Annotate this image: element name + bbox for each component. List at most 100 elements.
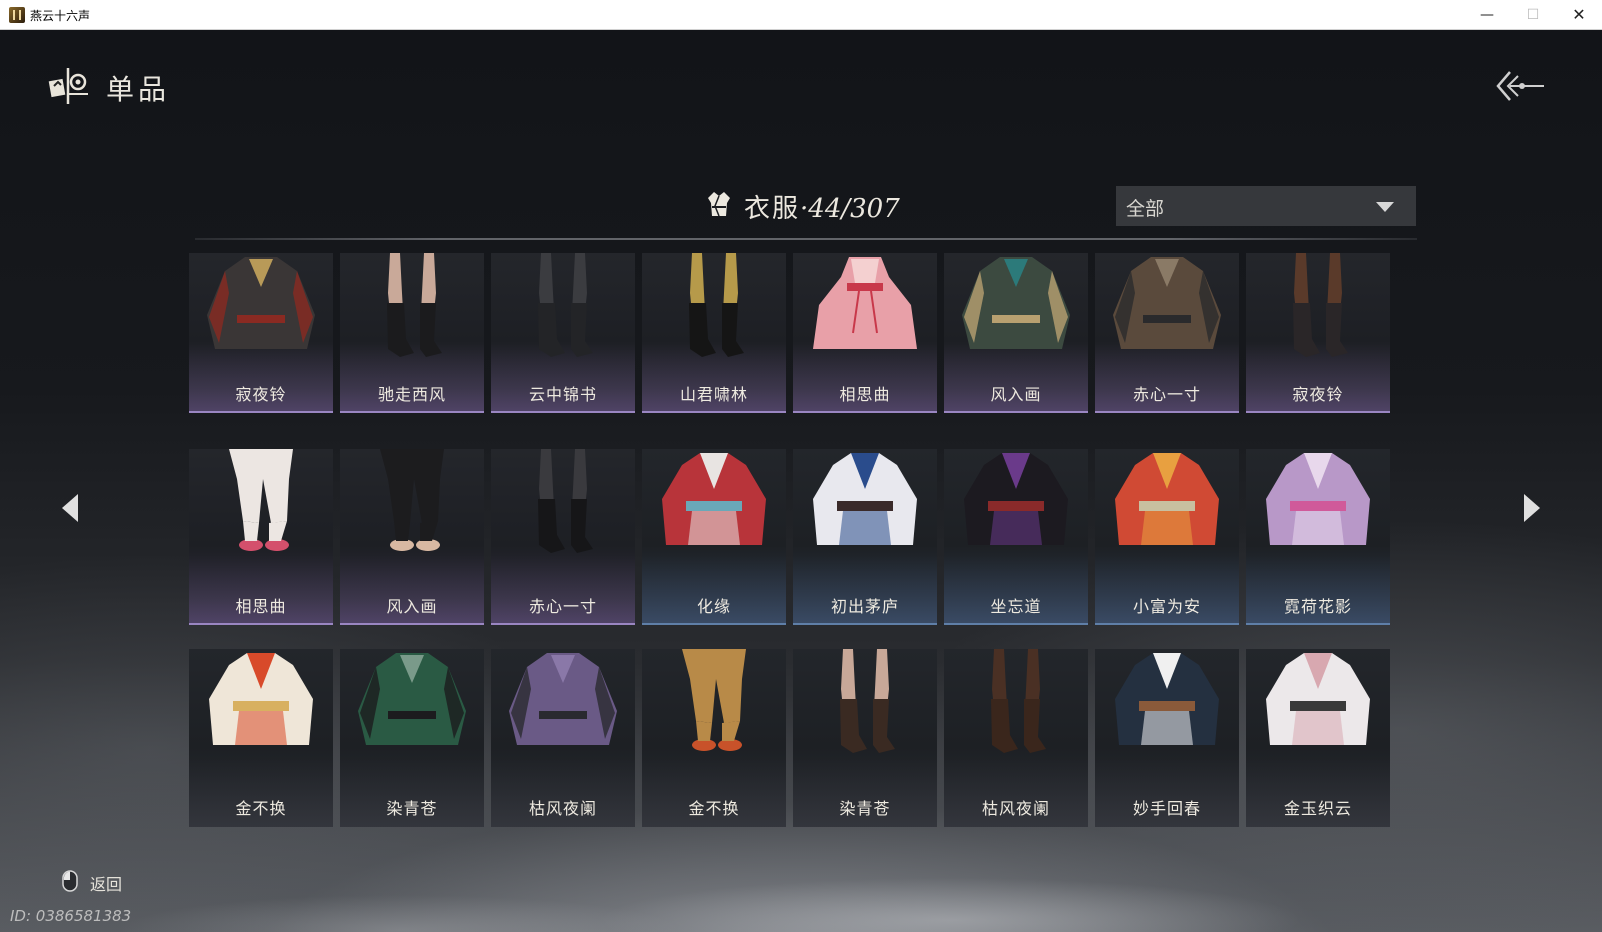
item-card[interactable]: 风入画 [340, 449, 484, 625]
window-titlebar: 燕云十六声 — ☐ ✕ [0, 0, 1602, 30]
rarity-bar [491, 411, 635, 413]
maximize-button[interactable]: ☐ [1510, 0, 1556, 30]
boots-garment-icon [387, 253, 442, 357]
item-card[interactable]: 赤心一寸 [491, 449, 635, 625]
robe-garment-icon [964, 453, 1068, 545]
filter-selected-value: 全部 [1126, 198, 1165, 220]
item-name: 风入画 [386, 597, 438, 616]
jacket-garment-icon [962, 257, 1070, 349]
item-name: 霓荷花影 [1283, 597, 1352, 616]
item-name: 相思曲 [839, 385, 891, 404]
item-card[interactable]: 山君啸林 [642, 253, 786, 413]
page-right-arrow-icon[interactable] [1520, 490, 1544, 526]
robe-garment-icon [1115, 453, 1219, 545]
category-label: 衣服 [744, 194, 801, 224]
section-divider [195, 238, 1417, 240]
jacket-garment-icon [509, 653, 617, 745]
item-name: 化缘 [696, 597, 731, 616]
item-name: 坐忘道 [990, 597, 1042, 616]
item-name: 寂夜铃 [1292, 385, 1344, 404]
page-left-arrow-icon[interactable] [58, 490, 82, 526]
item-name: 金玉织云 [1283, 799, 1352, 818]
rarity-bar [642, 623, 786, 625]
item-name: 相思曲 [235, 597, 287, 616]
item-card[interactable]: 云中锦书 [491, 253, 635, 413]
rarity-bar [1246, 411, 1390, 413]
rarity-bar [340, 411, 484, 413]
dress-garment-icon [813, 257, 917, 349]
jacket-garment-icon [1113, 257, 1221, 349]
item-card[interactable]: 枯风夜阑 [944, 649, 1088, 827]
user-id-label: ID: 0386581383 [10, 907, 132, 925]
item-card[interactable]: 小富为安 [1095, 449, 1239, 625]
rarity-bar [1246, 623, 1390, 625]
back-button[interactable]: 返回 [90, 871, 122, 895]
rarity-bar [189, 411, 333, 413]
item-name: 初出茅庐 [830, 597, 899, 616]
robe-garment-icon [1266, 653, 1370, 745]
item-card[interactable]: 金不换 [642, 649, 786, 827]
chevron-down-icon [1376, 202, 1394, 212]
minimize-button[interactable]: — [1464, 0, 1510, 30]
boots-garment-icon [538, 253, 593, 357]
robe-garment-icon [813, 453, 917, 545]
jacket-garment-icon [358, 653, 466, 745]
item-card[interactable]: 寂夜铃 [189, 253, 333, 413]
page-title: 单品 [106, 73, 171, 106]
item-name: 山君啸林 [679, 385, 748, 404]
item-emblem-icon [48, 68, 88, 104]
app-logo-icon [9, 7, 25, 23]
item-card[interactable]: 枯风夜阑 [491, 649, 635, 827]
pants-garment-icon [380, 449, 444, 551]
robe-garment-icon [662, 453, 766, 545]
item-name: 寂夜铃 [235, 385, 287, 404]
item-name: 赤心一寸 [528, 597, 597, 616]
boots-garment-icon [840, 649, 895, 753]
item-card[interactable]: 化缘 [642, 449, 786, 625]
rarity-bar [793, 411, 937, 413]
item-name: 风入画 [990, 385, 1042, 404]
item-name: 染青苍 [839, 799, 891, 818]
item-name: 金不换 [235, 799, 287, 818]
boots-garment-icon [991, 649, 1046, 753]
close-button[interactable]: ✕ [1556, 0, 1602, 30]
rarity-bar [793, 623, 937, 625]
rarity-bar [491, 623, 635, 625]
item-card[interactable]: 霓荷花影 [1246, 449, 1390, 625]
rarity-bar [189, 623, 333, 625]
item-card[interactable]: 赤心一寸 [1095, 253, 1239, 413]
item-card[interactable]: 相思曲 [793, 253, 937, 413]
item-card[interactable]: 金玉织云 [1246, 649, 1390, 827]
category-title: 衣服·44/307 [744, 188, 900, 225]
rarity-bar [642, 411, 786, 413]
item-card[interactable]: 初出茅庐 [793, 449, 937, 625]
item-name: 枯风夜阑 [528, 799, 597, 818]
item-card[interactable]: 相思曲 [189, 449, 333, 625]
robe-garment-icon [209, 653, 313, 745]
item-card[interactable]: 金不换 [189, 649, 333, 827]
item-name: 枯风夜阑 [981, 799, 1050, 818]
mouse-icon [62, 870, 78, 892]
rarity-bar [944, 411, 1088, 413]
robe-icon [708, 192, 730, 217]
robe-garment-icon [1115, 653, 1219, 745]
item-card[interactable]: 驰走西风 [340, 253, 484, 413]
item-name: 染青苍 [386, 799, 438, 818]
game-viewport: 单品 衣服·44/307 全部 寂夜铃 驰走西风 云中锦书 山君啸林 相思曲 风… [0, 30, 1602, 932]
boots-garment-icon [538, 449, 593, 553]
item-name: 金不换 [688, 799, 740, 818]
item-card[interactable]: 染青苍 [340, 649, 484, 827]
item-card[interactable]: 风入画 [944, 253, 1088, 413]
pants-garment-icon [682, 649, 746, 751]
boots-garment-icon [1293, 253, 1348, 357]
item-card[interactable]: 寂夜铃 [1246, 253, 1390, 413]
item-card[interactable]: 妙手回春 [1095, 649, 1239, 827]
back-arrow-icon[interactable] [1496, 68, 1546, 104]
item-name: 妙手回春 [1132, 799, 1201, 818]
item-card[interactable]: 染青苍 [793, 649, 937, 827]
item-card[interactable]: 坐忘道 [944, 449, 1088, 625]
filter-dropdown[interactable]: 全部 [1116, 186, 1416, 226]
jacket-garment-icon [207, 257, 315, 349]
snow-ground [0, 850, 1602, 932]
item-name: 小富为安 [1132, 597, 1201, 616]
